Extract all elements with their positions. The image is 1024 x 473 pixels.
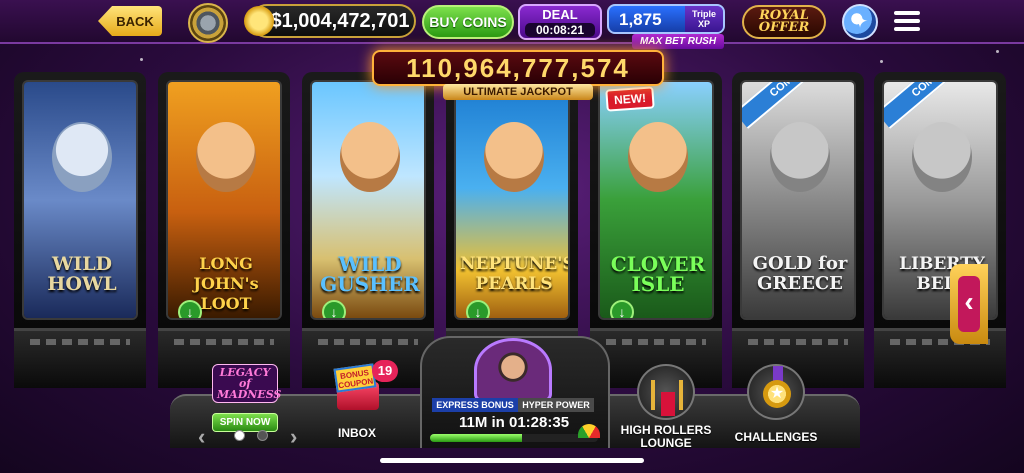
- triple-xp-tag: Triple XP: [685, 6, 723, 32]
- carousel-next-tab[interactable]: ‹: [950, 264, 988, 344]
- chevron-left-icon: ‹: [958, 276, 980, 332]
- pager-left-arrow[interactable]: ‹: [198, 424, 205, 450]
- home-indicator[interactable]: [380, 458, 644, 463]
- sparkle: [996, 50, 999, 53]
- download-icon[interactable]: ↓: [322, 300, 346, 318]
- inbox-label: INBOX: [337, 426, 376, 440]
- top-bar: BACK $1,004,472,701 BUY COINS DEAL 00:08…: [0, 0, 1024, 49]
- machine-title: WILD HOWL: [47, 253, 117, 295]
- express-bonus-timer: 11M in 01:28:35: [458, 414, 570, 431]
- vault-icon[interactable]: [188, 3, 228, 43]
- machine-title: NEPTUNE'S PEARLS: [460, 254, 570, 294]
- inbox-count-badge: 19: [372, 360, 398, 382]
- machine-base: [14, 328, 146, 388]
- buy-coins-button[interactable]: BUY COINS: [422, 5, 514, 39]
- express-bonus-progress: [430, 434, 598, 442]
- machine-title: GOLD for GREECE: [752, 253, 848, 294]
- challenges-button[interactable]: ★ CHALLENGES: [730, 364, 822, 444]
- slot-machine-gold-for-greece[interactable]: COMING SOON GOLD for GREECE: [732, 72, 864, 388]
- machine-title: CLOVER ISLE: [610, 252, 706, 296]
- pager-dot[interactable]: [257, 430, 268, 441]
- slot-machine-long-johns-loot[interactable]: LONG JOHN's LOOT ↓: [158, 72, 290, 388]
- sparkle: [140, 58, 143, 61]
- coin-balance: $1,004,472,701: [250, 4, 416, 38]
- download-icon[interactable]: ↓: [466, 300, 490, 318]
- new-badge: NEW!: [605, 86, 655, 112]
- medal-icon: ★: [747, 364, 805, 420]
- pager-dot-active[interactable]: [234, 430, 245, 441]
- tab-hyper-power[interactable]: HYPER POWER: [518, 398, 594, 412]
- express-bonus-progress-fill: [430, 434, 523, 442]
- deal-button[interactable]: DEAL 00:08:21: [518, 4, 602, 40]
- ultimate-jackpot-label: ULTIMATE JACKPOT: [443, 84, 593, 100]
- xp-meter[interactable]: 1,875 Triple XP: [607, 4, 725, 34]
- slot-machine-wild-gusher[interactable]: WILD GUSHER ↓: [302, 72, 434, 388]
- machine-title: WILD GUSHER: [320, 252, 420, 296]
- deal-label: DEAL: [542, 7, 578, 22]
- xp-value: 1,875: [619, 10, 662, 29]
- challenges-label: CHALLENGES: [734, 430, 818, 444]
- back-button[interactable]: BACK: [98, 6, 162, 36]
- sparkle: [880, 60, 883, 63]
- velvet-rope-icon: [637, 364, 695, 420]
- express-bonus-tabs: EXPRESS BONUS HYPER POWER: [432, 398, 594, 412]
- download-icon[interactable]: ↓: [178, 300, 202, 318]
- download-icon[interactable]: ↓: [610, 300, 634, 318]
- slot-machine-wild-howl[interactable]: WILD HOWL: [14, 72, 146, 388]
- legacy-of-madness-logo: LEGACY of MADNESS: [212, 364, 281, 403]
- pager-dots: [234, 430, 268, 441]
- royal-offer-button[interactable]: ROYAL OFFER: [742, 5, 826, 39]
- ultimate-jackpot-amount: 110,964,777,574: [372, 50, 664, 86]
- slot-machine-clover-isle[interactable]: NEW! CLOVER ISLE ↓: [590, 72, 722, 388]
- inbox-button[interactable]: BONUS COUPON 19 INBOX: [318, 360, 398, 440]
- max-bet-rush-label: MAX BET RUSH: [632, 34, 724, 49]
- avatar[interactable]: [474, 338, 552, 402]
- legacy-of-madness-promo[interactable]: LEGACY of MADNESS SPIN NOW: [212, 364, 281, 432]
- dolphin-icon[interactable]: ✦: [842, 4, 878, 40]
- high-rollers-lounge-label: HIGH ROLLERS LOUNGE: [620, 423, 712, 450]
- pager-right-arrow[interactable]: ›: [290, 424, 297, 450]
- deal-countdown: 00:08:21: [525, 23, 595, 37]
- high-rollers-lounge-button[interactable]: HIGH ROLLERS LOUNGE: [618, 364, 714, 450]
- hamburger-menu-icon[interactable]: [894, 11, 920, 31]
- coin-icon: [244, 6, 274, 36]
- tab-express-bonus[interactable]: EXPRESS BONUS: [432, 398, 518, 412]
